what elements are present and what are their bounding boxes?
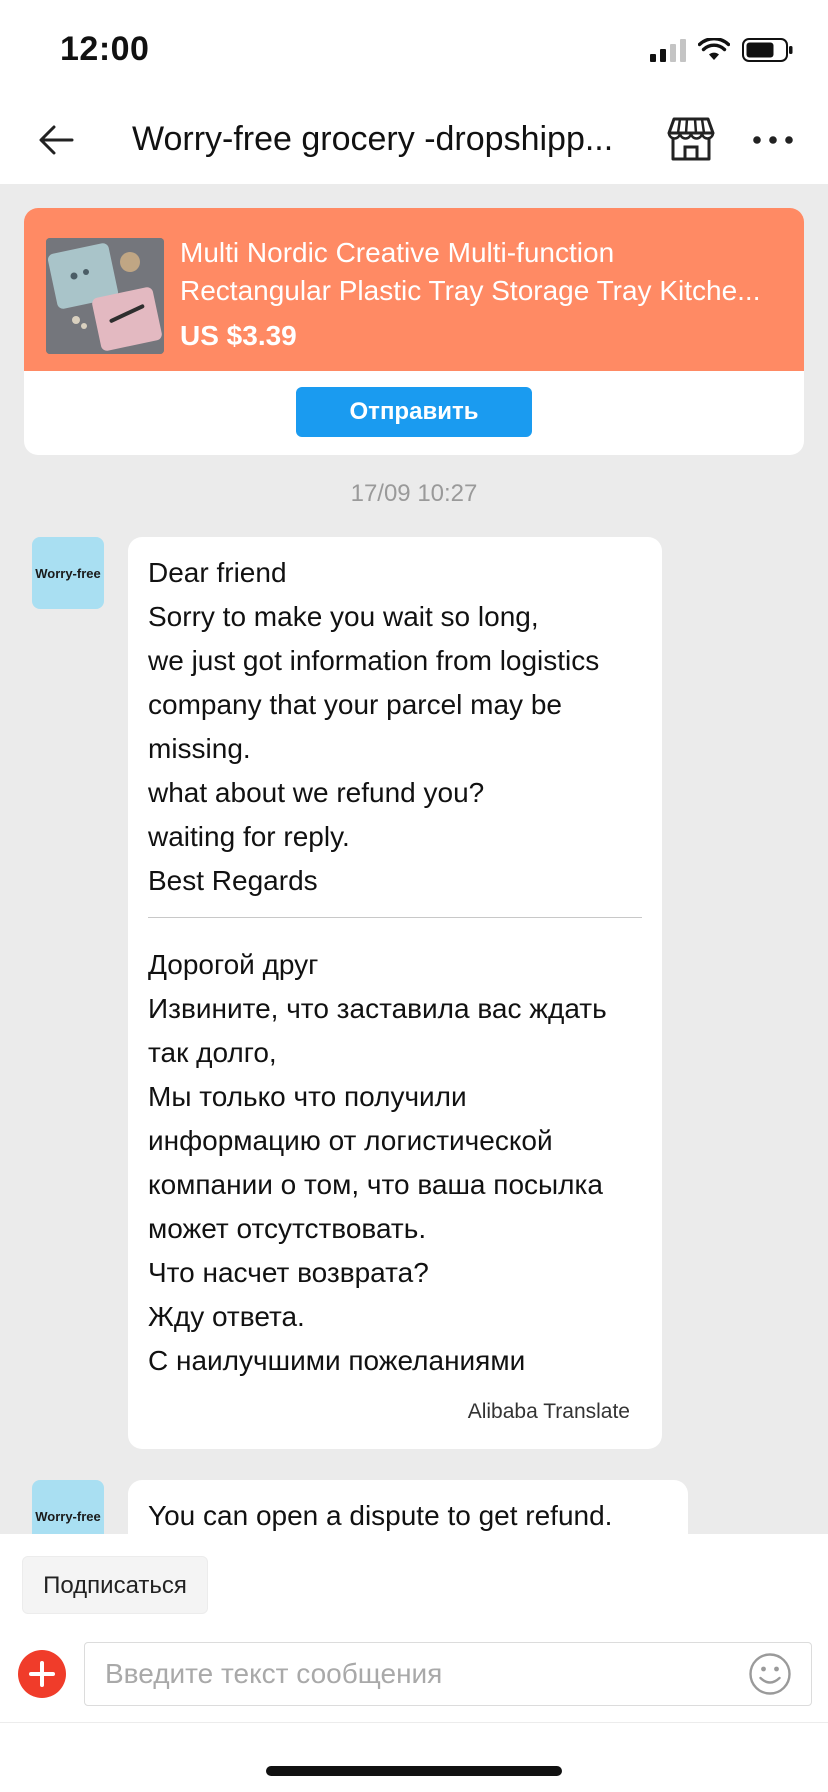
more-options-icon[interactable]: [750, 122, 796, 158]
message-line: так долго,: [148, 1037, 277, 1068]
message-line: С наилучшими пожеланиями: [148, 1345, 526, 1376]
product-image[interactable]: [46, 238, 164, 354]
signal-icon: [650, 38, 686, 62]
message-line: Что насчет возврата?: [148, 1257, 429, 1288]
product-title-line1: Multi Nordic Creative Multi-function: [180, 237, 615, 268]
status-bar: 12:00: [0, 0, 828, 96]
battery-icon: [742, 38, 793, 62]
bottom-divider: [0, 1722, 828, 1723]
message-line: может отсутствовать.: [148, 1213, 427, 1244]
message-line: Best Regards: [148, 865, 318, 896]
translation-divider: [148, 917, 642, 918]
message-timestamp: 17/09 10:27: [350, 480, 478, 507]
message-line: we just got information from logistics: [148, 645, 600, 676]
product-card[interactable]: Multi Nordic Creative Multi-function Rec…: [24, 208, 804, 455]
message-line: company that your parcel may be: [148, 689, 562, 720]
message-line: компании о том, что ваша посылка: [148, 1169, 603, 1200]
composer-area: Подписаться: [0, 1534, 828, 1792]
subscribe-button[interactable]: Подписаться: [22, 1556, 208, 1614]
wifi-icon: [698, 38, 730, 60]
message-bubble[interactable]: You can open a dispute to get refund.: [128, 1480, 688, 1534]
message-line: Dear friend: [148, 557, 287, 588]
store-icon[interactable]: [666, 114, 716, 164]
message-bubble[interactable]: Dear friend Sorry to make you wait so lo…: [128, 537, 662, 1449]
emoji-icon[interactable]: [748, 1652, 792, 1696]
message-line: Извините, что заставила вас ждать: [148, 993, 607, 1024]
back-arrow-icon[interactable]: [34, 116, 82, 164]
chat-header: Worry-free grocery -dropshipp...: [0, 96, 828, 184]
seller-avatar[interactable]: Worry-free: [32, 537, 104, 609]
message-original-text: Dear friend Sorry to make you wait so lo…: [148, 551, 648, 903]
message-line: Sorry to make you wait so long,: [148, 601, 539, 632]
seller-avatar[interactable]: Worry-free: [32, 1480, 104, 1534]
message-line: Мы только что получили: [148, 1081, 467, 1112]
message-line: Дорогой друг: [148, 949, 319, 980]
status-time: 12:00: [60, 30, 150, 68]
message-line: missing.: [148, 733, 251, 764]
message-translated-text: Дорогой друг Извините, что заставила вас…: [148, 943, 648, 1383]
add-attachment-icon[interactable]: [18, 1650, 66, 1698]
translation-source-label: Alibaba Translate: [467, 1400, 630, 1423]
message-line: информацию от логистической: [148, 1125, 553, 1156]
message-line: Жду ответа.: [148, 1301, 305, 1332]
product-price: US $3.39: [180, 320, 297, 351]
message-input[interactable]: [84, 1642, 812, 1706]
product-title-line2: Rectangular Plastic Tray Storage Tray Ki…: [180, 275, 761, 306]
message-line: what about we refund you?: [148, 777, 485, 808]
message-line: waiting for reply.: [148, 821, 350, 852]
chat-area[interactable]: Multi Nordic Creative Multi-function Rec…: [0, 184, 828, 1534]
send-product-button[interactable]: Отправить: [296, 387, 532, 437]
home-indicator[interactable]: [266, 1766, 562, 1776]
store-name-title: Worry-free grocery -dropshipp...: [132, 120, 614, 158]
message-text: You can open a dispute to get refund.: [148, 1500, 613, 1531]
status-icons: [650, 36, 794, 64]
product-card-header[interactable]: Multi Nordic Creative Multi-function Rec…: [24, 208, 804, 371]
product-title[interactable]: Multi Nordic Creative Multi-function Rec…: [180, 234, 780, 310]
